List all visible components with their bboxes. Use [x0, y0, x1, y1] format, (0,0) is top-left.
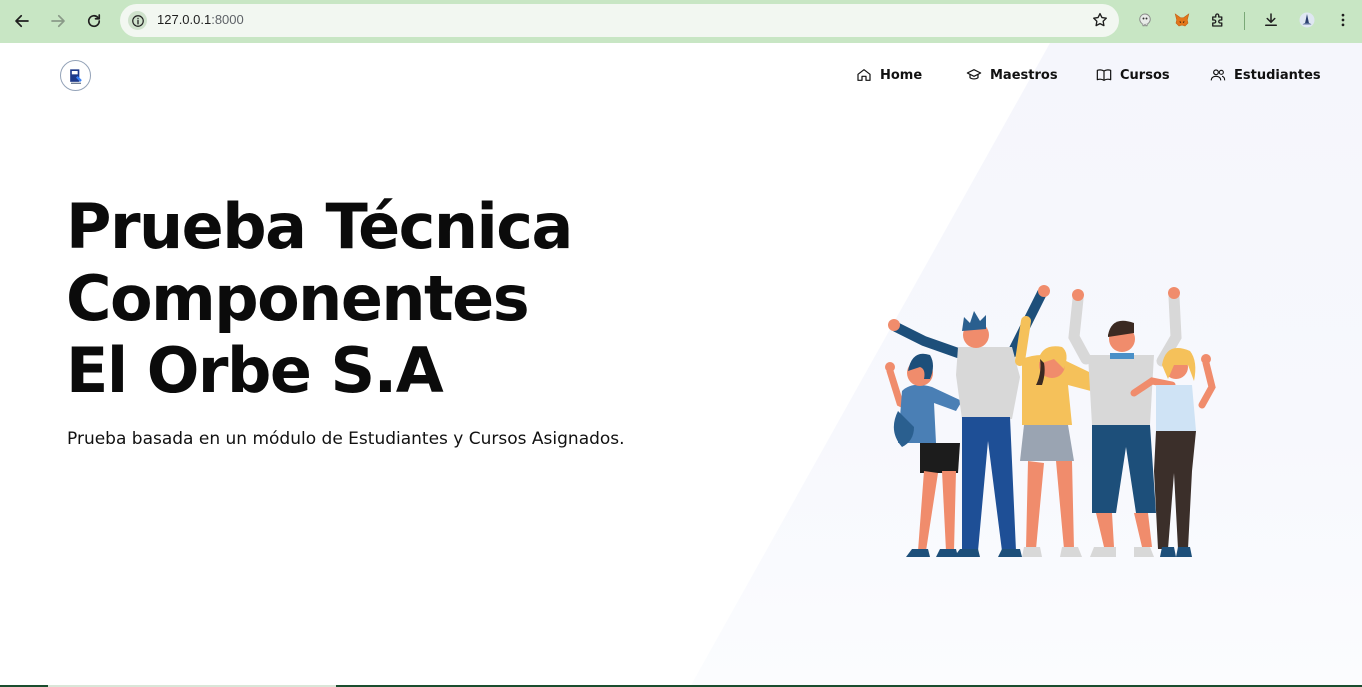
book-icon — [1096, 69, 1112, 81]
hero-title-line-2: Componentes — [66, 262, 530, 335]
downloads-icon[interactable] — [1260, 9, 1282, 31]
nav-estudiantes-label: Estudiantes — [1234, 67, 1321, 83]
hero-title-line-1: Prueba Técnica — [66, 190, 573, 263]
hero-title-line-3: El Orbe S.A — [66, 334, 444, 407]
address-bar[interactable]: 127.0.0.1:8000 — [120, 4, 1119, 37]
nav-cursos-label: Cursos — [1120, 67, 1170, 83]
extensions-puzzle-icon[interactable] — [1207, 9, 1229, 31]
toolbar-separator — [1244, 12, 1245, 30]
nav-home-label: Home — [880, 67, 923, 83]
arrow-right-icon — [51, 14, 65, 28]
reload-button[interactable] — [81, 8, 107, 34]
logo-emblem-icon — [69, 68, 82, 84]
nav-maestros-label: Maestros — [990, 67, 1058, 83]
nav-estudiantes[interactable]: Estudiantes — [1210, 67, 1321, 83]
extension-ghost-icon[interactable] — [1134, 9, 1156, 31]
url-text[interactable]: 127.0.0.1:8000 — [157, 12, 244, 27]
hero-title: Prueba Técnica Componentes El Orbe S.A — [66, 190, 573, 407]
forward-button[interactable] — [45, 8, 71, 34]
browser-toolbar: 127.0.0.1:8000 — [0, 0, 1362, 43]
profile-avatar-icon[interactable] — [1296, 9, 1318, 31]
home-icon — [857, 69, 871, 81]
arrow-left-icon — [15, 14, 29, 28]
users-icon — [1210, 69, 1226, 81]
nav-home[interactable]: Home — [856, 67, 922, 83]
nav-maestros[interactable]: Maestros — [966, 67, 1058, 83]
nav-cursos[interactable]: Cursos — [1096, 67, 1170, 83]
hero-subtitle: Prueba basada en un módulo de Estudiante… — [67, 429, 625, 449]
graduation-cap-icon — [966, 69, 982, 80]
browser-menu-icon[interactable] — [1332, 9, 1354, 31]
url-port: :8000 — [211, 12, 244, 27]
site-logo[interactable] — [60, 60, 91, 91]
url-host: 127.0.0.1 — [157, 12, 212, 27]
site-info-icon[interactable] — [128, 11, 147, 30]
people-cheering-illustration — [885, 285, 1216, 557]
person-woman-left — [885, 353, 962, 557]
bookmark-star-icon[interactable] — [1091, 11, 1109, 29]
extension-fox-icon[interactable] — [1171, 9, 1193, 31]
back-button[interactable] — [9, 8, 35, 34]
page-content: Home Maestros Cursos Estudiantes Prueba … — [0, 43, 1362, 687]
reload-icon — [87, 14, 101, 28]
